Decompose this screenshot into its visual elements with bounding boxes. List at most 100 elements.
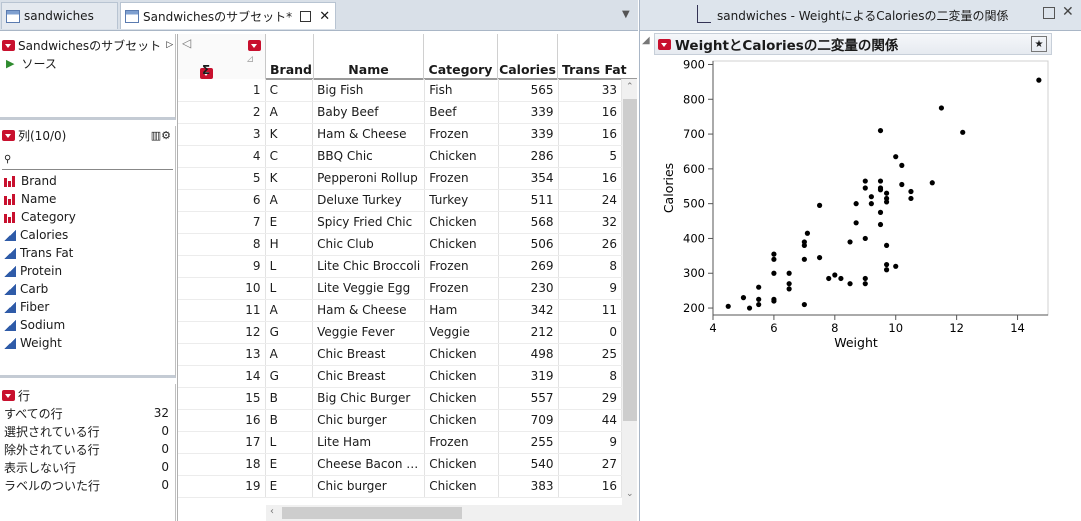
row-number[interactable]: 2 xyxy=(178,101,266,124)
data-point[interactable] xyxy=(883,195,890,202)
table-cell[interactable]: Chicken xyxy=(424,365,499,388)
table-row[interactable]: 1 C Big Fish Fish 565 33 xyxy=(178,79,622,102)
table-cell[interactable]: Chic Breast xyxy=(312,343,426,366)
data-point[interactable] xyxy=(862,185,868,191)
column-header-trans-fat[interactable]: Trans Fat xyxy=(558,34,637,80)
table-cell[interactable]: Ham & Cheese xyxy=(312,123,426,146)
column-item-trans-fat[interactable]: Trans Fat xyxy=(0,244,175,262)
column-item-calories[interactable]: Calories xyxy=(0,226,175,244)
data-point[interactable] xyxy=(893,263,899,269)
data-point[interactable] xyxy=(862,281,868,287)
data-point[interactable] xyxy=(756,296,762,302)
table-cell[interactable]: K xyxy=(265,167,314,190)
table-cell[interactable]: Chicken xyxy=(424,233,499,256)
table-cell[interactable]: K xyxy=(265,123,314,146)
column-header-name[interactable]: Name xyxy=(314,34,424,80)
table-row[interactable]: 2 A Baby Beef Beef 339 16 xyxy=(178,101,622,124)
table-cell[interactable]: Chic Breast xyxy=(312,365,426,388)
table-cell[interactable]: Chicken xyxy=(424,343,499,366)
table-row[interactable]: 5 K Pepperoni Rollup Frozen 354 16 xyxy=(178,167,622,190)
column-item-protein[interactable]: Protein xyxy=(0,262,175,280)
table-cell[interactable]: A xyxy=(265,343,314,366)
table-cell[interactable]: Chicken xyxy=(424,409,499,432)
row-number[interactable]: 3 xyxy=(178,123,266,146)
table-cell[interactable]: Frozen xyxy=(424,255,499,278)
data-point[interactable] xyxy=(862,275,868,282)
table-cell[interactable]: Chicken xyxy=(424,145,499,168)
data-point[interactable] xyxy=(838,275,844,282)
table-cell[interactable]: 540 xyxy=(498,453,559,476)
table-cell[interactable]: C xyxy=(265,79,314,102)
table-cell[interactable]: L xyxy=(265,277,314,300)
table-row[interactable]: 13 A Chic Breast Chicken 498 25 xyxy=(178,343,622,366)
data-point[interactable] xyxy=(725,303,731,309)
column-item-name[interactable]: Name xyxy=(0,190,175,208)
table-row[interactable]: 7 E Spicy Fried Chic Chicken 568 32 xyxy=(178,211,622,234)
table-row[interactable]: 14 G Chic Breast Chicken 319 8 xyxy=(178,365,622,388)
table-cell[interactable]: 24 xyxy=(558,189,622,212)
table-cell[interactable]: 383 xyxy=(498,475,559,498)
table-row[interactable]: 18 E Cheese Bacon … Chicken 540 27 xyxy=(178,453,622,476)
table-cell[interactable]: Frozen xyxy=(424,431,499,454)
column-search-input[interactable] xyxy=(15,151,166,168)
table-cell[interactable]: Spicy Fried Chic xyxy=(312,211,426,234)
table-cell[interactable]: Lite Veggie Egg xyxy=(312,277,426,300)
table-cell[interactable]: E xyxy=(265,211,314,234)
row-number[interactable]: 10 xyxy=(178,277,266,300)
table-cell[interactable]: 9 xyxy=(558,431,622,454)
table-cell[interactable]: Baby Beef xyxy=(312,101,426,124)
table-cell[interactable]: 5 xyxy=(558,145,622,168)
table-cell[interactable]: Chicken xyxy=(424,453,499,476)
table-row[interactable]: 3 K Ham & Cheese Frozen 339 16 xyxy=(178,123,622,146)
data-point[interactable] xyxy=(1036,77,1042,83)
report-options-icon[interactable]: ★ xyxy=(1031,36,1047,52)
vertical-scrollbar[interactable]: ⌃ ⌄ xyxy=(622,79,637,507)
data-point[interactable] xyxy=(868,201,874,207)
tab-sandwiches-subset[interactable]: Sandwichesのサブセット* ✕ xyxy=(120,2,336,29)
table-cell[interactable]: Chic Club xyxy=(312,233,426,256)
data-point[interactable] xyxy=(816,202,823,208)
table-cell[interactable]: 9 xyxy=(558,277,622,300)
data-point[interactable] xyxy=(938,105,945,111)
table-cell[interactable]: 27 xyxy=(558,453,622,476)
table-cell[interactable]: 568 xyxy=(498,211,559,234)
table-cell[interactable]: A xyxy=(265,101,314,124)
table-cell[interactable]: Veggie Fever xyxy=(312,321,426,344)
data-point[interactable] xyxy=(853,201,859,207)
data-point[interactable] xyxy=(877,221,884,228)
table-cell[interactable]: L xyxy=(265,431,314,454)
sigma-icon[interactable]: Σ xyxy=(202,63,210,77)
table-row[interactable]: 4 C BBQ Chic Chicken 286 5 xyxy=(178,145,622,168)
data-point[interactable] xyxy=(816,254,823,261)
table-cell[interactable]: 557 xyxy=(498,387,559,410)
scroll-left-icon[interactable]: ‹ xyxy=(270,506,274,517)
table-cell[interactable]: Frozen xyxy=(424,167,499,190)
outline-toggle-icon[interactable]: ◢ xyxy=(642,35,650,46)
collapse-icon[interactable]: ▷ xyxy=(166,40,173,50)
table-row[interactable]: 17 L Lite Ham Frozen 255 9 xyxy=(178,431,622,454)
row-number[interactable]: 16 xyxy=(178,409,266,432)
table-row[interactable]: 15 B Big Chic Burger Chicken 557 29 xyxy=(178,387,622,410)
data-point[interactable] xyxy=(899,181,905,188)
data-point[interactable] xyxy=(883,242,890,249)
table-cell[interactable]: Chic burger xyxy=(312,409,426,432)
row-number[interactable]: 8 xyxy=(178,233,266,256)
row-number[interactable]: 7 xyxy=(178,211,266,234)
report-title[interactable]: WeightとCaloriesの二変量の関係 xyxy=(675,34,898,54)
table-cell[interactable]: Ham xyxy=(424,299,499,322)
data-point[interactable] xyxy=(877,185,884,191)
data-point[interactable] xyxy=(929,180,935,186)
data-point[interactable] xyxy=(877,209,884,215)
row-number[interactable]: 5 xyxy=(178,167,266,190)
table-cell[interactable]: 339 xyxy=(498,101,559,124)
table-cell[interactable]: Chicken xyxy=(424,475,499,498)
table-cell[interactable]: B xyxy=(265,387,314,410)
table-cell[interactable]: 44 xyxy=(558,409,622,432)
table-cell[interactable]: 11 xyxy=(558,299,622,322)
table-cell[interactable]: E xyxy=(265,453,314,476)
table-cell[interactable]: C xyxy=(265,145,314,168)
table-row[interactable]: 6 A Deluxe Turkey Turkey 511 24 xyxy=(178,189,622,212)
table-cell[interactable]: Chic burger xyxy=(312,475,426,498)
table-cell[interactable]: 25 xyxy=(558,343,622,366)
data-point[interactable] xyxy=(771,251,777,257)
